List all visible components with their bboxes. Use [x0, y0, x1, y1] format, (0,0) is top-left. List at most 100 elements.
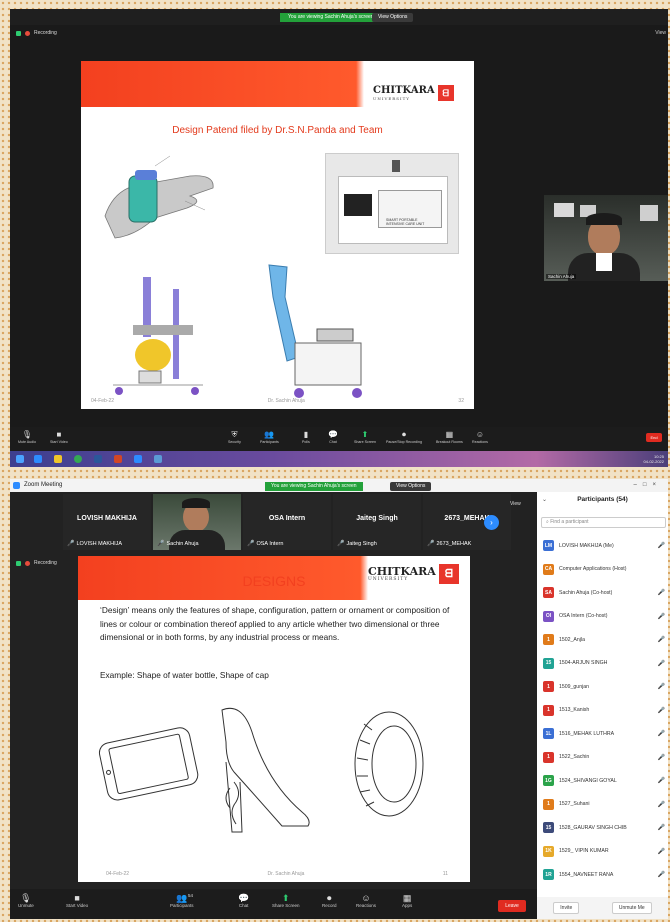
start-video-button[interactable]: ■ Start Video — [66, 893, 88, 908]
chrome-icon[interactable] — [74, 455, 82, 463]
reactions-button[interactable]: ☺ Reactions — [472, 430, 488, 444]
chat-icon: 💬 — [328, 430, 338, 439]
participant-row[interactable]: CA Computer Applications (Host) — [537, 558, 668, 582]
unmute-me-button[interactable]: Unmute Me — [611, 902, 652, 914]
gallery-next-icon[interactable]: › — [484, 515, 499, 530]
zoom-icon[interactable] — [134, 455, 142, 463]
invite-button[interactable]: Invite — [553, 902, 580, 914]
toolbar-label: Record — [322, 903, 337, 908]
view-options-button[interactable]: View Options — [390, 482, 432, 491]
start-video-button[interactable]: ■ Start Video — [50, 430, 68, 444]
start-icon[interactable] — [16, 455, 24, 463]
meeting-toolbar: Leave 🎙 Unmute ■ Start Video 👥 Participants 54… — [10, 889, 537, 919]
recording-indicator: Recording — [16, 30, 57, 36]
polls-icon: ▮ — [303, 430, 309, 439]
university-logo: CHITKARA UNIVERSITY ᗺ — [373, 85, 454, 101]
participant-name: 1502_Anjla — [559, 636, 585, 643]
phone-sketch-illustration — [98, 727, 199, 801]
participant-name: 1504-ARJUN SINGH — [559, 660, 608, 667]
chat-icon: 💬 — [238, 893, 250, 903]
participant-row[interactable]: 1 1527_Suhani 🎤 — [537, 793, 668, 817]
participant-row[interactable]: 1G 1524_SHIVANGI GOYAL 🎤 — [537, 769, 668, 793]
presenter-camera-tile[interactable]: Sachin Ahuja — [544, 195, 668, 281]
avatar: 1 — [543, 681, 554, 693]
wheelchair-illustration — [113, 277, 203, 395]
toolbar-label: Start Video — [66, 903, 89, 908]
participant-name: 1529_ VIPIN KUMAR — [559, 848, 609, 855]
system-clock: 10:25 04-02-2022 — [643, 454, 664, 464]
participant-row[interactable]: 15 1504-ARJUN SINGH 🎤 — [537, 652, 668, 676]
participant-row[interactable]: LM LOVISH MAKHIJA (Me) 🎤 — [537, 534, 668, 558]
portable-icu-photo: SMART PORTABLE INTENSIVE CARE UNIT — [325, 153, 459, 254]
app-icon[interactable] — [154, 455, 162, 463]
edge-icon[interactable] — [34, 455, 42, 463]
share-screen-button[interactable]: ⬆ Share Screen — [354, 430, 376, 444]
unmute-button[interactable]: 🎙 Unmute — [18, 893, 34, 908]
participant-count-badge: 54 — [188, 893, 194, 898]
participants-button[interactable]: 👥 Participants 54 — [170, 893, 194, 908]
chat-button[interactable]: 💬 Chat — [328, 430, 338, 444]
participant-row[interactable]: 1K 1529_ VIPIN KUMAR 🎤 — [537, 840, 668, 864]
participant-row[interactable]: 1R 1554_NAVNEET RANA 🎤 — [537, 863, 668, 887]
logo-mark-icon: ᗺ — [437, 85, 454, 101]
leave-button[interactable]: Leave — [498, 900, 526, 912]
avatar: 1L — [543, 728, 554, 740]
video-icon: ■ — [56, 430, 62, 439]
gallery-tile[interactable]: Jaiteg Singh 🎤 Jaiteg Singh — [333, 494, 421, 550]
apps-button[interactable]: ▦ Apps — [402, 893, 412, 908]
participant-row[interactable]: 1 1502_Anjla 🎤 — [537, 628, 668, 652]
toolbar-label: Participants — [170, 903, 194, 908]
chat-button[interactable]: 💬 Chat — [238, 893, 249, 908]
participants-icon: 👥 — [176, 893, 188, 903]
reactions-button[interactable]: ☺ Reactions — [356, 893, 376, 908]
avatar: 1R — [543, 869, 554, 881]
participants-panel: ⌄ Participants (54) ⌕ Find a participant… — [537, 492, 668, 919]
participant-search-input[interactable]: ⌕ Find a participant — [541, 517, 666, 528]
mic-muted-icon: 🎤 — [67, 541, 75, 547]
shield-icon — [16, 560, 21, 566]
breakout-rooms-button[interactable]: ▦ Breakout Rooms — [436, 430, 463, 444]
gallery-tile[interactable]: OSA Intern 🎤 OSA Intern — [243, 494, 331, 550]
record-dot-icon — [25, 560, 30, 566]
mic-muted-icon: 🎤 — [657, 613, 665, 620]
share-screen-button[interactable]: ⬆ Share Screen — [272, 893, 300, 908]
security-button[interactable]: ⛨ Security — [228, 430, 241, 444]
gallery-tile-camera[interactable]: 🎤 Sachin Ahuja — [153, 494, 241, 550]
end-meeting-button[interactable]: End — [646, 433, 662, 442]
view-button[interactable]: View — [510, 501, 521, 507]
pause-stop-recording-button[interactable]: ⏺ Pause/Stop Recording — [386, 430, 422, 444]
participant-row[interactable]: OI OSA Intern (Co-host) 🎤 — [537, 605, 668, 629]
participant-row[interactable]: 15 1528_GAURAV SINGH CHIB 🎤 — [537, 816, 668, 840]
slide-example-text: Example: Shape of water bottle, Shape of… — [100, 670, 269, 680]
zoom-app-icon — [13, 482, 20, 489]
avatar: SA — [543, 587, 554, 599]
word-icon[interactable] — [94, 455, 102, 463]
participants-title: Participants (54) — [577, 496, 628, 503]
mic-muted-icon: 🎤 — [657, 778, 665, 785]
participant-row[interactable]: 1 1509_gunjan 🎤 — [537, 675, 668, 699]
wearable-device-illustration — [104, 155, 214, 239]
screenshot-host-view: You are viewing Sachin Ahuja's screen Vi… — [10, 9, 668, 467]
polls-button[interactable]: ▮ Polls — [302, 430, 310, 444]
participants-button[interactable]: 👥 Participants — [260, 430, 279, 444]
powerpoint-icon[interactable] — [114, 455, 122, 463]
participant-row[interactable]: SA Sachin Ahuja (Co-host) 🎤 — [537, 581, 668, 605]
avatar: 1 — [543, 798, 554, 810]
participant-row[interactable]: 1 1522_Sachin 🎤 — [537, 746, 668, 770]
record-icon: ⏺ — [327, 893, 332, 903]
window-controls[interactable]: –□× — [634, 479, 662, 492]
mic-muted-icon: 🎤 — [657, 872, 665, 879]
viewing-banner: You are viewing Sachin Ahuja's screen — [280, 13, 382, 22]
gallery-tile[interactable]: LOVISH MAKHIJA 🎤 LOVISH MAKHIJA — [63, 494, 151, 550]
participant-row[interactable]: 1L 1516_MEHAK LUTHRA 🎤 — [537, 722, 668, 746]
participant-row[interactable]: 1 1513_Kanish 🎤 — [537, 699, 668, 723]
view-options-button[interactable]: View Options — [372, 13, 414, 22]
mic-muted-icon: 🎤 — [657, 731, 665, 738]
view-button[interactable]: View — [655, 30, 666, 36]
folder-icon[interactable] — [54, 455, 62, 463]
mute-audio-button[interactable]: 🎙 Mute Audio — [18, 430, 36, 444]
participant-name: 1524_SHIVANGI GOYAL — [559, 777, 617, 784]
record-button[interactable]: ⏺ Record — [322, 893, 337, 908]
windows-taskbar: 10:25 04-02-2022 — [10, 451, 668, 467]
shoe-sketch-illustration — [221, 707, 310, 833]
